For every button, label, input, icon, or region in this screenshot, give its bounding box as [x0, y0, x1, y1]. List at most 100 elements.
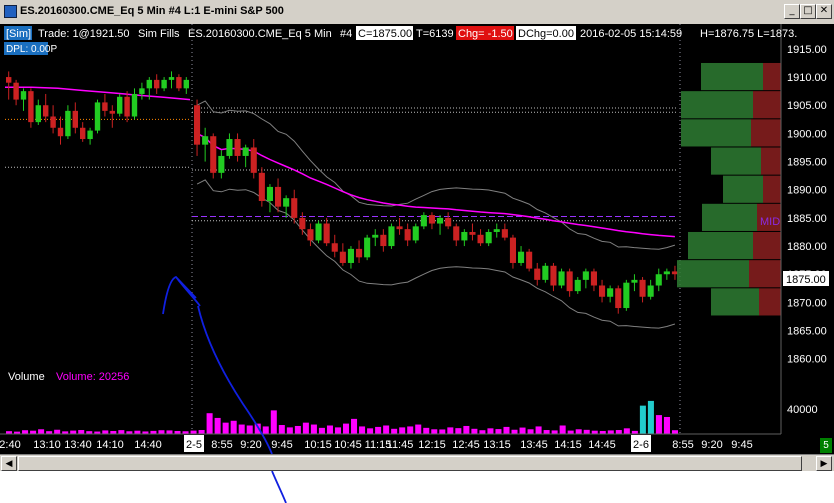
candle-body: [574, 279, 581, 292]
volume-bar: [246, 425, 253, 434]
volume-bar: [198, 430, 205, 434]
volume-bar: [399, 427, 406, 434]
chart-area[interactable]: 1860.00 1865.00 1870.00 1875.00 1880.00 1885.…: [0, 24, 834, 455]
candle-body: [356, 248, 363, 258]
profile-bar-delta: [753, 91, 781, 119]
candle-body: [124, 96, 130, 117]
sim-fills-label[interactable]: Sim Fills: [138, 28, 180, 40]
volume-bar: [551, 430, 558, 434]
sim-badge: [Sim]: [6, 28, 31, 40]
volume-bar: [567, 430, 574, 434]
symbol-label: ES.20160300.CME_Eq 5 Min: [188, 28, 332, 40]
time-tick-label: 11:45: [387, 439, 414, 451]
annotation-tail: [271, 470, 287, 503]
scroll-left-button[interactable]: ◀: [1, 456, 17, 471]
candle-body: [94, 102, 101, 131]
volume-value: Volume: 20256: [56, 371, 129, 383]
candle-body: [168, 77, 175, 80]
time-tick-label: 13:45: [520, 439, 548, 451]
volume-bar: [326, 425, 333, 434]
volume-bar: [519, 427, 526, 434]
candle-body: [139, 88, 145, 94]
profile-bar-delta: [763, 62, 781, 91]
volume-bar: [511, 429, 518, 434]
candle-body: [388, 226, 395, 247]
volume-bar: [54, 429, 61, 434]
candle-body: [501, 229, 508, 238]
close-button[interactable]: ✕: [816, 4, 832, 19]
time-tick-label: 9:45: [731, 439, 752, 451]
volume-bar: [343, 423, 350, 434]
candle-body: [663, 271, 670, 275]
candle-body: [80, 127, 86, 140]
price-levels: [5, 107, 678, 222]
profile-bar-volume: [688, 231, 753, 260]
price-tick-label: 1900.00: [787, 128, 827, 140]
volume-bar: [238, 424, 245, 434]
candle-body: [283, 198, 290, 207]
volume-bar: [527, 429, 534, 434]
profile-bar-delta: [761, 147, 781, 175]
candle-body: [420, 215, 427, 227]
candle-body: [6, 77, 12, 83]
volume-bar: [423, 427, 430, 434]
lower-band: [196, 179, 676, 329]
horizontal-scrollbar[interactable]: ◀ ▶: [0, 454, 834, 471]
candle-body: [194, 105, 201, 145]
profile-bar-volume: [681, 91, 753, 119]
annotation-curve-tail: [271, 470, 287, 503]
profile-bar-volume: [677, 260, 749, 288]
volume-bar: [38, 429, 45, 434]
title-bar: ES.20160300.CME_Eq 5 Min #4 L:1 E-mini S…: [0, 0, 834, 25]
price-tick-label: 1915.00: [787, 44, 827, 56]
volume-bar: [495, 429, 502, 434]
candle-body: [534, 268, 541, 280]
candle-body: [469, 231, 476, 235]
time-tick-label: 14:45: [588, 439, 616, 451]
volume-bar: [222, 422, 229, 434]
volume-bar: [310, 424, 317, 434]
price-tick-label: 1880.00: [787, 241, 827, 253]
candle-body: [347, 248, 354, 263]
candle-body: [275, 186, 282, 207]
candle-body: [550, 265, 557, 286]
maximize-button[interactable]: □: [800, 4, 816, 19]
volume-bar: [479, 430, 486, 434]
scroll-thumb[interactable]: [18, 456, 802, 471]
candle-body: [117, 96, 123, 114]
time-tick-label: 14:10: [96, 439, 124, 451]
app-icon: [4, 5, 17, 18]
volume-bar: [583, 429, 590, 434]
candle-body: [639, 279, 646, 297]
candle-body: [461, 231, 468, 241]
chart-window: ES.20160300.CME_Eq 5 Min #4 L:1 E-mini S…: [0, 0, 834, 503]
candle-body: [631, 279, 638, 283]
price-chart[interactable]: 1860.00 1865.00 1870.00 1875.00 1880.00 1885.…: [0, 24, 834, 455]
volume-bar: [487, 428, 494, 434]
candle-body: [493, 229, 500, 232]
volume-bar: [431, 429, 438, 434]
profile-bar-volume: [711, 288, 759, 316]
price-tick-label: 1910.00: [787, 72, 827, 84]
candle-body: [72, 110, 78, 128]
time-tick-label: 10:15: [304, 439, 332, 451]
volume-bar: [615, 430, 622, 434]
time-tick-label: 9:20: [701, 439, 722, 451]
number-label: #4: [340, 28, 352, 40]
volume-bar: [286, 427, 293, 434]
profile-bar-delta: [749, 260, 781, 288]
price-tick-label: 1905.00: [787, 100, 827, 112]
candle-body: [13, 82, 19, 100]
time-tick-label: 2:40: [0, 439, 21, 451]
time-tick-label: 12:45: [452, 439, 480, 451]
time-tick-label: 12:15: [418, 439, 446, 451]
high-low-value: H=1876.75 L=1873.: [700, 28, 797, 40]
minimize-button[interactable]: _: [784, 4, 800, 19]
time-tick-label: 9:45: [271, 439, 292, 451]
candle-body: [655, 274, 662, 286]
candle-body: [607, 288, 614, 297]
volume-label: Volume: [8, 371, 45, 383]
volume-bar: [318, 427, 325, 434]
volume-bar: [166, 430, 173, 434]
scroll-right-button[interactable]: ▶: [816, 456, 832, 471]
